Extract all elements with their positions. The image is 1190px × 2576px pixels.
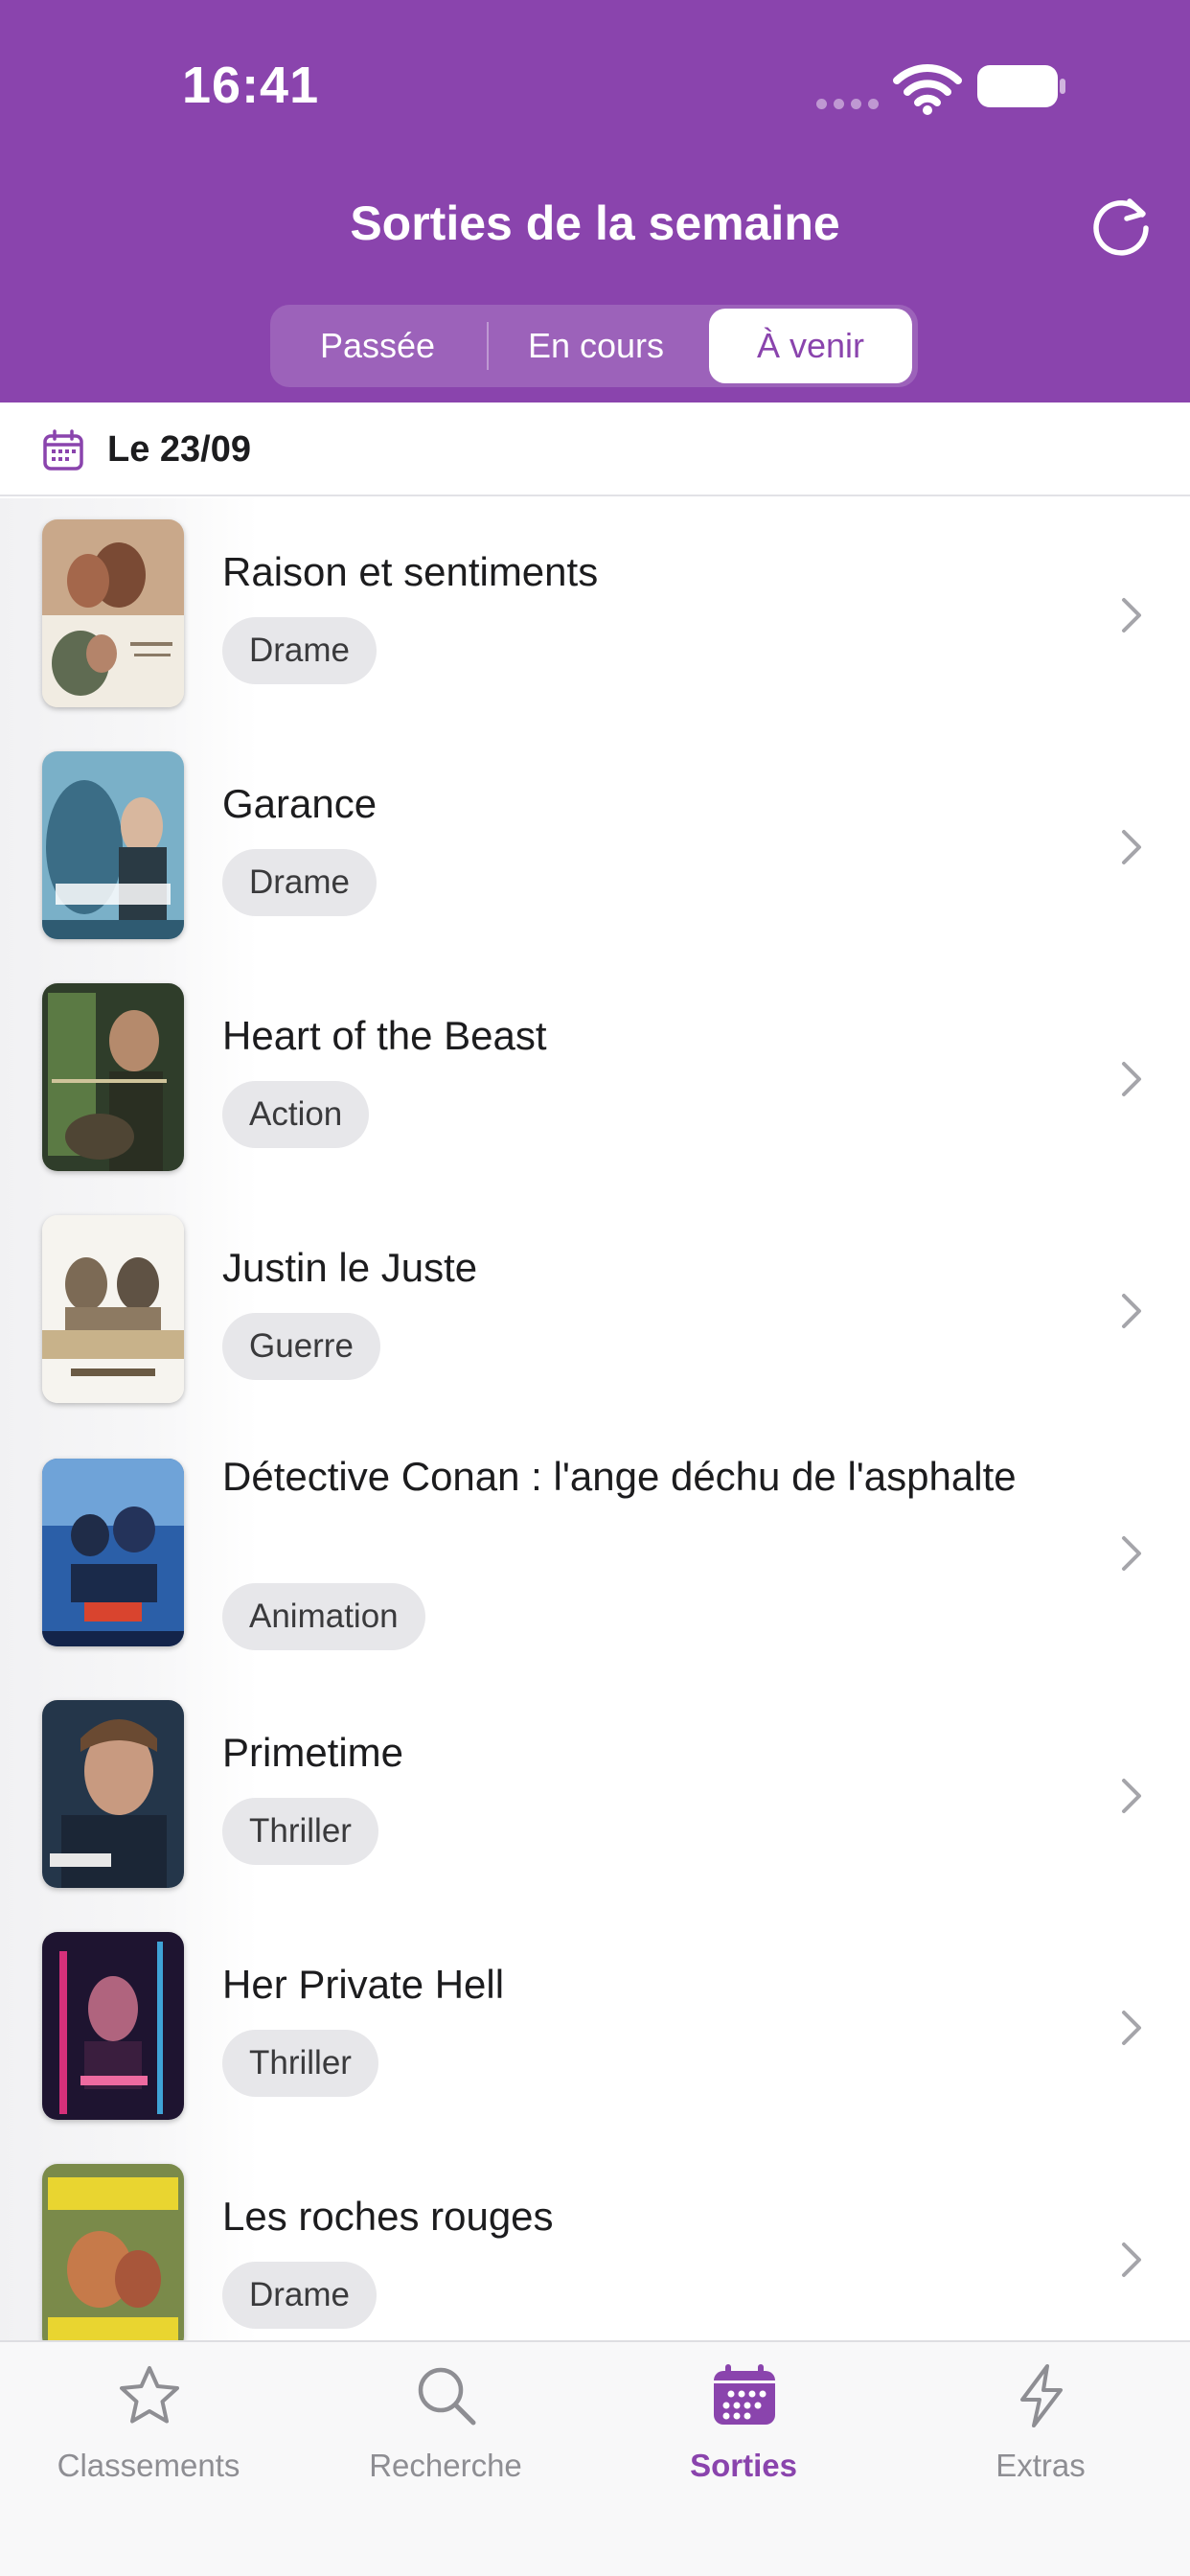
genre-chip: Drame <box>222 2262 378 2329</box>
tab-label: Classements <box>57 2448 240 2483</box>
date-label: Le 23/09 <box>107 429 251 470</box>
chevron-right-icon <box>1122 598 1141 632</box>
genre-chip: Action <box>222 1081 370 1148</box>
movie-title: Justin le Juste <box>222 1245 478 1290</box>
movie-title: Primetime <box>222 1730 404 1775</box>
movie-row[interactable]: Les roches rouges Drame <box>0 2143 1190 2340</box>
status-time: 16:41 <box>182 57 320 114</box>
tab-recherche[interactable]: Recherche <box>297 2342 594 2515</box>
tab-label: Recherche <box>369 2448 522 2483</box>
genre-chip: Thriller <box>222 2030 378 2097</box>
movie-row[interactable]: Garance Drame <box>0 730 1190 962</box>
movie-poster <box>42 983 184 1171</box>
tab-sorties[interactable]: Sorties <box>595 2342 892 2515</box>
movie-title: Garance <box>222 781 378 826</box>
movie-title: Heart of the Beast <box>222 1013 547 1058</box>
movie-row[interactable]: Her Private Hell Thriller <box>0 1911 1190 2143</box>
movie-row[interactable]: Détective Conan : l'ange déchu de l'asph… <box>0 1426 1190 1679</box>
tab-label: Extras <box>995 2448 1086 2483</box>
movie-poster <box>42 1932 184 2120</box>
week-segmented-control: Passée En cours À venir <box>270 305 918 387</box>
star-icon <box>120 2366 179 2424</box>
movie-title: Détective Conan : l'ange déchu de l'asph… <box>222 1454 1017 1499</box>
tab-bar: Classements Recherche Sorties Extras <box>0 2340 1190 2576</box>
calendar-icon <box>43 429 83 471</box>
genre-chip: Drame <box>222 849 378 916</box>
movie-row[interactable]: Raison et sentiments Drame <box>0 498 1190 730</box>
refresh-icon[interactable] <box>1085 190 1157 263</box>
chevron-right-icon <box>1122 1062 1141 1096</box>
bolt-icon <box>1020 2364 1063 2427</box>
movie-title: Les roches rouges <box>222 2194 554 2239</box>
signal-dots-icon <box>816 99 879 109</box>
header: 16:41 Sorties de la semaine Passée En co… <box>0 0 1190 402</box>
movie-title: Her Private Hell <box>222 1962 505 2007</box>
movie-list: Raison et sentiments Drame Garance Drame <box>0 498 1190 2340</box>
chevron-right-icon <box>1122 2242 1141 2277</box>
movie-poster <box>42 751 184 939</box>
genre-chip: Thriller <box>222 1798 378 1865</box>
movie-poster <box>42 519 184 707</box>
tab-extras[interactable]: Extras <box>892 2342 1189 2515</box>
chevron-right-icon <box>1122 1536 1141 1571</box>
movie-title: Raison et sentiments <box>222 549 599 594</box>
chevron-right-icon <box>1122 830 1141 864</box>
page-title: Sorties de la semaine <box>350 196 840 250</box>
search-icon <box>418 2367 476 2426</box>
battery-icon <box>977 65 1065 107</box>
genre-chip: Animation <box>222 1583 425 1650</box>
segment-en-cours[interactable]: En cours <box>489 305 703 387</box>
chevron-right-icon <box>1122 1294 1141 1328</box>
movie-row[interactable]: Primetime Thriller <box>0 1679 1190 1911</box>
genre-chip: Guerre <box>222 1313 380 1380</box>
movie-poster <box>42 1215 184 1403</box>
segment-passee[interactable]: Passée <box>270 305 485 387</box>
movie-row[interactable]: Justin le Juste Guerre <box>0 1194 1190 1426</box>
wifi-icon <box>893 64 962 115</box>
chevron-right-icon <box>1122 1779 1141 1813</box>
chevron-right-icon <box>1122 2011 1141 2045</box>
genre-chip: Drame <box>222 617 378 684</box>
movie-poster <box>42 2164 184 2340</box>
movie-row[interactable]: Heart of the Beast Action <box>0 962 1190 1194</box>
tab-classements[interactable]: Classements <box>0 2342 297 2515</box>
segment-a-venir[interactable]: À venir <box>709 309 912 383</box>
date-section-header: Le 23/09 <box>0 402 1190 496</box>
movie-poster <box>42 1459 184 1646</box>
calendar-icon <box>714 2364 775 2425</box>
tab-label: Sorties <box>690 2448 797 2483</box>
movie-poster <box>42 1700 184 1888</box>
